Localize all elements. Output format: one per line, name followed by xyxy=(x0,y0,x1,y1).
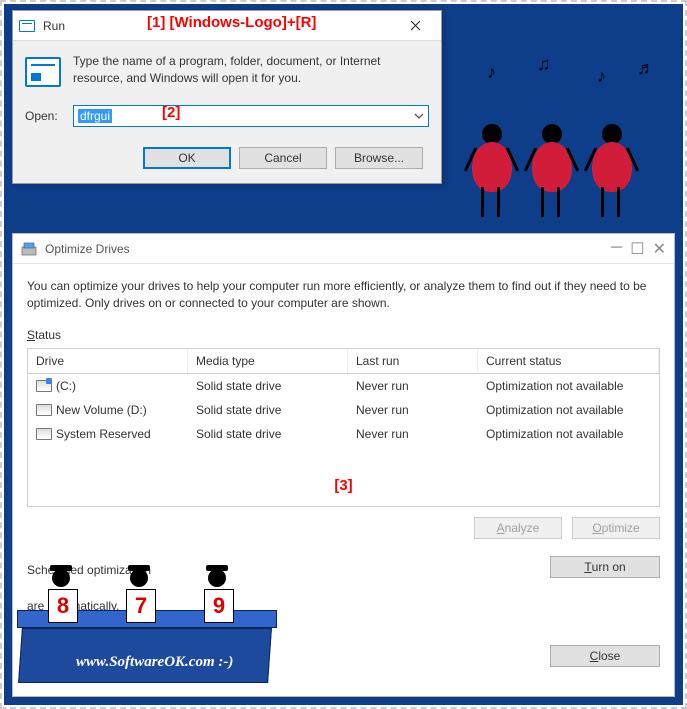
score-card: 7 xyxy=(126,589,156,623)
close-icon[interactable] xyxy=(395,12,435,40)
close-icon[interactable]: ✕ xyxy=(653,239,666,259)
status-label: Status xyxy=(27,328,660,342)
annotation-2: [2] xyxy=(162,104,180,121)
run-title-text: Run xyxy=(43,19,65,33)
maximize-icon[interactable]: ☐ xyxy=(630,239,644,259)
drive-table: Drive Media type Last run Current status… xyxy=(27,348,660,507)
col-status[interactable]: Current status xyxy=(478,349,659,373)
decorative-choir: ♪ ♫ ♪ ♬ xyxy=(457,62,677,232)
optimize-title-text: Optimize Drives xyxy=(45,242,130,256)
score-card: 9 xyxy=(204,589,234,623)
drive-icon xyxy=(36,404,52,416)
col-last[interactable]: Last run xyxy=(348,349,478,373)
drive-icon xyxy=(36,428,52,440)
optimize-icon xyxy=(21,241,37,257)
col-drive[interactable]: Drive xyxy=(28,349,188,373)
table-row[interactable]: System Reserved Solid state drive Never … xyxy=(28,422,659,446)
annotation-1: [1] [Windows-Logo]+[R] xyxy=(147,14,316,31)
run-icon xyxy=(19,20,35,32)
score-card: 8 xyxy=(48,589,78,623)
cancel-button[interactable]: Cancel xyxy=(239,147,327,169)
run-dialog: Run Type the name of a program, folder, … xyxy=(12,10,442,184)
open-input[interactable]: dfrgui xyxy=(73,105,429,127)
chevron-down-icon[interactable] xyxy=(414,110,424,124)
turn-on-button[interactable]: Turn on xyxy=(550,556,660,578)
open-input-value: dfrgui xyxy=(78,109,112,123)
close-button[interactable]: Close xyxy=(550,645,660,667)
decorative-judges: 8 7 9 www.SoftwareOK.com :-) xyxy=(20,553,280,683)
drive-icon xyxy=(36,380,52,392)
optimize-titlebar[interactable]: Optimize Drives ─ ☐ ✕ xyxy=(13,234,674,264)
browse-button[interactable]: Browse... xyxy=(335,147,423,169)
table-row[interactable]: (C:) Solid state drive Never run Optimiz… xyxy=(28,374,659,398)
open-label: Open: xyxy=(25,109,63,123)
website-watermark: www.SoftwareOK.com :-) xyxy=(76,654,233,671)
analyze-button: Analyze xyxy=(474,517,562,539)
run-description: Type the name of a program, folder, docu… xyxy=(73,53,429,87)
optimize-intro: You can optimize your drives to help you… xyxy=(27,278,660,312)
run-app-icon xyxy=(25,57,61,87)
table-header[interactable]: Drive Media type Last run Current status xyxy=(28,349,659,374)
ok-button[interactable]: OK xyxy=(143,147,231,169)
table-row[interactable]: New Volume (D:) Solid state drive Never … xyxy=(28,398,659,422)
col-media[interactable]: Media type xyxy=(188,349,348,373)
minimize-icon[interactable]: ─ xyxy=(611,239,622,259)
optimize-button: Optimize xyxy=(572,517,660,539)
annotation-3: [3] xyxy=(334,477,352,494)
